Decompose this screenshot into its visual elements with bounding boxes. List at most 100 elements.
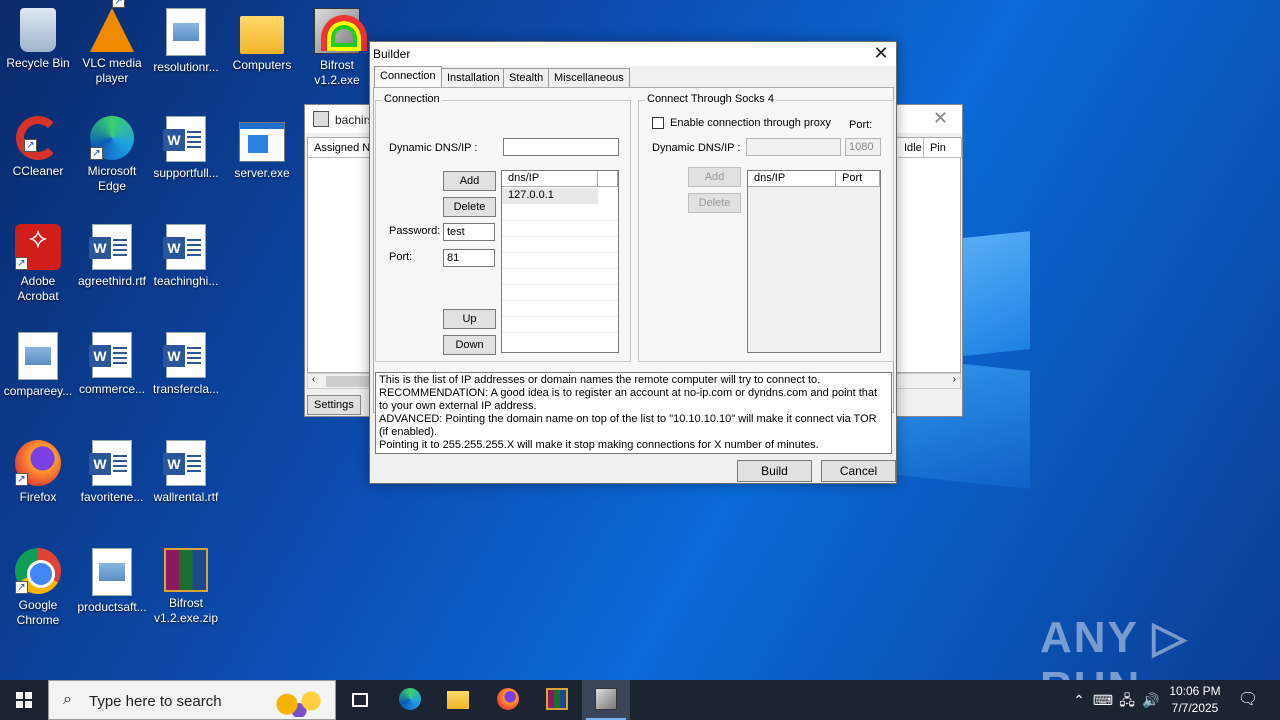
dns-list[interactable]: dns/IP 127.0.0.1: [501, 170, 619, 353]
recycle-bin-icon: [20, 8, 56, 52]
column-header-pin[interactable]: Pin: [924, 138, 962, 158]
desktop-icon-adobe-acrobat[interactable]: ↗ Adobe Acrobat: [0, 224, 76, 304]
close-icon[interactable]: ✕: [866, 42, 896, 66]
bifrost-window-title: bachirs: [335, 113, 374, 127]
taskbar-winrar[interactable]: [533, 680, 581, 720]
word-doc-icon: W: [163, 440, 206, 486]
dns-list-header-blank: [598, 171, 618, 187]
socks-list-header-port[interactable]: Port: [836, 171, 880, 187]
help-line: RECOMMENDATION: A good idea is to regist…: [379, 387, 881, 412]
desktop-icon-supportfull[interactable]: W supportfull...: [148, 116, 224, 181]
connection-group-title: Connection: [382, 93, 442, 105]
word-doc-icon: W: [89, 332, 132, 378]
socks-dns-input[interactable]: [746, 138, 841, 156]
help-line: This is the list of IP addresses or doma…: [379, 374, 821, 386]
notifications-icon[interactable]: 🗨: [1236, 680, 1260, 720]
search-box[interactable]: ⌕ Type here to search: [48, 680, 336, 720]
build-button[interactable]: Build: [737, 460, 812, 482]
desktop-icon-productsaft[interactable]: productsaft...: [74, 548, 150, 615]
image-file-icon: [166, 8, 206, 56]
dialog-title: Builder: [373, 47, 411, 61]
search-highlight-icon: [269, 685, 329, 717]
desktop-icon-wallrental[interactable]: W wallrental.rtf: [148, 440, 224, 505]
desktop-icon-agreethird[interactable]: W agreethird.rtf: [74, 224, 150, 289]
tab-miscellaneous[interactable]: Miscellaneous: [548, 68, 630, 88]
grid-line: [502, 252, 618, 253]
word-doc-icon: W: [89, 440, 132, 486]
image-file-icon: [92, 548, 132, 596]
word-doc-icon: W: [163, 332, 206, 378]
winrar-icon: [546, 688, 568, 710]
desktop-icon-recycle-bin[interactable]: Recycle Bin: [0, 8, 76, 71]
port-label: Port:: [389, 251, 413, 263]
desktop-icon-favoritene[interactable]: W favoritene...: [74, 440, 150, 505]
help-line: Pointing it to 255.255.255.X will make i…: [379, 439, 819, 451]
tab-connection[interactable]: Connection: [374, 66, 442, 88]
desktop-icon-vlc[interactable]: ↗ VLC media player: [74, 0, 150, 86]
enable-proxy-checkbox[interactable]: [652, 117, 664, 129]
desktop-icon-computers[interactable]: Computers: [224, 8, 300, 73]
column-header-idle[interactable]: Idle: [898, 138, 924, 158]
down-button[interactable]: Down: [443, 335, 496, 355]
desktop-icon-ccleaner[interactable]: ↗ CCleaner: [0, 116, 76, 179]
chrome-icon: ↗: [15, 548, 61, 594]
tab-stealth[interactable]: Stealth: [503, 68, 550, 88]
desktop-icon-bifrost-exe[interactable]: Bifrost v1.2.exe: [299, 8, 375, 88]
desktop-icon-teachinghi[interactable]: W teachinghi...: [148, 224, 224, 289]
word-doc-icon: W: [163, 224, 206, 270]
dns-input[interactable]: [503, 138, 619, 156]
taskbar-bifrost[interactable]: [582, 680, 630, 720]
socks-delete-button[interactable]: Delete: [688, 193, 741, 213]
clock-time: 10:06 PM: [1169, 684, 1221, 698]
help-text-box[interactable]: This is the list of IP addresses or doma…: [375, 372, 892, 454]
bifrost-icon: [595, 688, 617, 710]
vlc-icon: ↗: [90, 0, 134, 52]
clock[interactable]: 10:06 PM 7/7/2025: [1160, 683, 1230, 717]
start-button[interactable]: [0, 680, 48, 720]
scroll-right-icon[interactable]: ›: [953, 374, 956, 385]
grid-line: [502, 316, 618, 317]
up-button[interactable]: Up: [443, 309, 496, 329]
settings-button[interactable]: Settings: [307, 395, 361, 415]
socks-port-input[interactable]: 1080: [845, 138, 881, 156]
firefox-icon: [497, 688, 519, 710]
socks-add-button[interactable]: Add: [688, 167, 741, 187]
port-input[interactable]: 81: [443, 249, 495, 267]
desktop-icon-server-exe[interactable]: server.exe: [224, 116, 300, 181]
word-doc-icon: W: [89, 224, 132, 270]
desktop-icon-chrome[interactable]: ↗ Google Chrome: [0, 548, 76, 628]
scroll-left-icon[interactable]: ‹: [312, 374, 315, 385]
meet-now-icon[interactable]: ⌨: [1092, 680, 1114, 720]
delete-button[interactable]: Delete: [443, 197, 496, 217]
taskbar-file-explorer[interactable]: [434, 680, 482, 720]
dns-list-header[interactable]: dns/IP: [502, 171, 598, 187]
desktop-icon-resolution[interactable]: resolutionr...: [148, 8, 224, 75]
bifrost-icon: [314, 8, 367, 54]
desktop-icon-edge[interactable]: ↗ Microsoft Edge: [74, 116, 150, 194]
network-icon[interactable]: 🖧: [1116, 680, 1138, 720]
grid-line: [502, 332, 618, 333]
password-label: Password:: [389, 225, 441, 237]
desktop-icon-compareey[interactable]: compareey...: [0, 332, 76, 399]
tab-installation[interactable]: Installation: [441, 68, 506, 88]
add-button[interactable]: Add: [443, 171, 496, 191]
volume-icon[interactable]: 🔊: [1140, 680, 1162, 720]
clock-date: 7/7/2025: [1171, 701, 1219, 715]
desktop-icon-firefox[interactable]: ↗ Firefox: [0, 440, 76, 505]
desktop-icon-bifrost-zip[interactable]: Bifrost v1.2.exe.zip: [148, 548, 224, 626]
list-item[interactable]: 127.0.0.1: [502, 188, 598, 204]
task-view-button[interactable]: [336, 680, 384, 720]
socks-list-header-dns[interactable]: dns/IP: [748, 171, 836, 187]
close-icon[interactable]: ✕: [933, 108, 948, 129]
socks-group: Connect Through Socks 4 Enable connectio…: [638, 93, 894, 362]
desktop-icon-transfercla[interactable]: W transfercla...: [148, 332, 224, 397]
desktop-icon-commerce[interactable]: W commerce...: [74, 332, 150, 397]
cancel-button[interactable]: Cancel: [821, 460, 896, 482]
taskbar-firefox[interactable]: [484, 680, 532, 720]
grid-line: [502, 268, 618, 269]
show-hidden-icons-chevron-icon[interactable]: ⌃: [1068, 680, 1090, 720]
password-input[interactable]: test: [443, 223, 495, 241]
socks-list[interactable]: dns/IP Port: [747, 170, 881, 353]
taskbar-edge[interactable]: [386, 680, 434, 720]
grid-line: [502, 284, 618, 285]
